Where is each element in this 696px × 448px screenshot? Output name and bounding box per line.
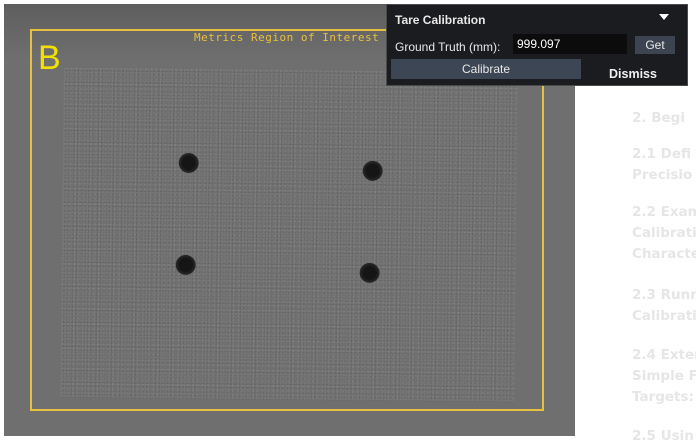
tare-calibration-dialog: Tare Calibration Ground Truth (mm): Get … xyxy=(386,4,688,86)
ground-truth-input[interactable] xyxy=(513,34,627,54)
doc-section-2-3: 2.3 Runr Calibrati xyxy=(632,285,696,327)
doc-line: Targets: xyxy=(632,389,694,405)
ground-truth-label: Ground Truth (mm): xyxy=(395,40,501,54)
doc-line: Calibrati xyxy=(632,225,696,241)
doc-section-2-1: 2.1 Defi Precisio xyxy=(632,144,692,186)
collapse-caret-icon[interactable] xyxy=(659,14,669,20)
doc-line: Simple F xyxy=(632,368,696,384)
calibrate-button[interactable]: Calibrate xyxy=(391,59,581,79)
dialog-title: Tare Calibration xyxy=(395,13,486,27)
doc-section-2-2: 2.2 Exam Calibrati Characte xyxy=(632,202,696,265)
doc-section-2-4: 2.4 Exter Simple F Targets: xyxy=(632,345,696,408)
doc-section-2: 2. Begi xyxy=(632,108,685,129)
doc-section-2-5: 2.5 Usin xyxy=(632,426,694,447)
doc-line: 2.1 Defi xyxy=(632,146,691,162)
doc-line: Precisio xyxy=(632,167,693,183)
doc-line: 2.5 Usin xyxy=(632,428,694,444)
doc-line: 2.3 Runr xyxy=(632,287,696,303)
doc-line: 2.2 Exam xyxy=(632,204,696,220)
doc-line: 2.4 Exter xyxy=(632,347,696,363)
dismiss-button[interactable]: Dismiss xyxy=(609,67,657,81)
doc-line: Calibrati xyxy=(632,308,696,324)
roi-label: Metrics Region of Interest xyxy=(194,31,380,44)
doc-line: 2. Begi xyxy=(632,110,685,126)
doc-line: Characte xyxy=(632,246,696,262)
panel-letter: B xyxy=(38,39,61,77)
get-button[interactable]: Get xyxy=(635,36,675,54)
metrics-roi-box[interactable] xyxy=(30,29,544,411)
